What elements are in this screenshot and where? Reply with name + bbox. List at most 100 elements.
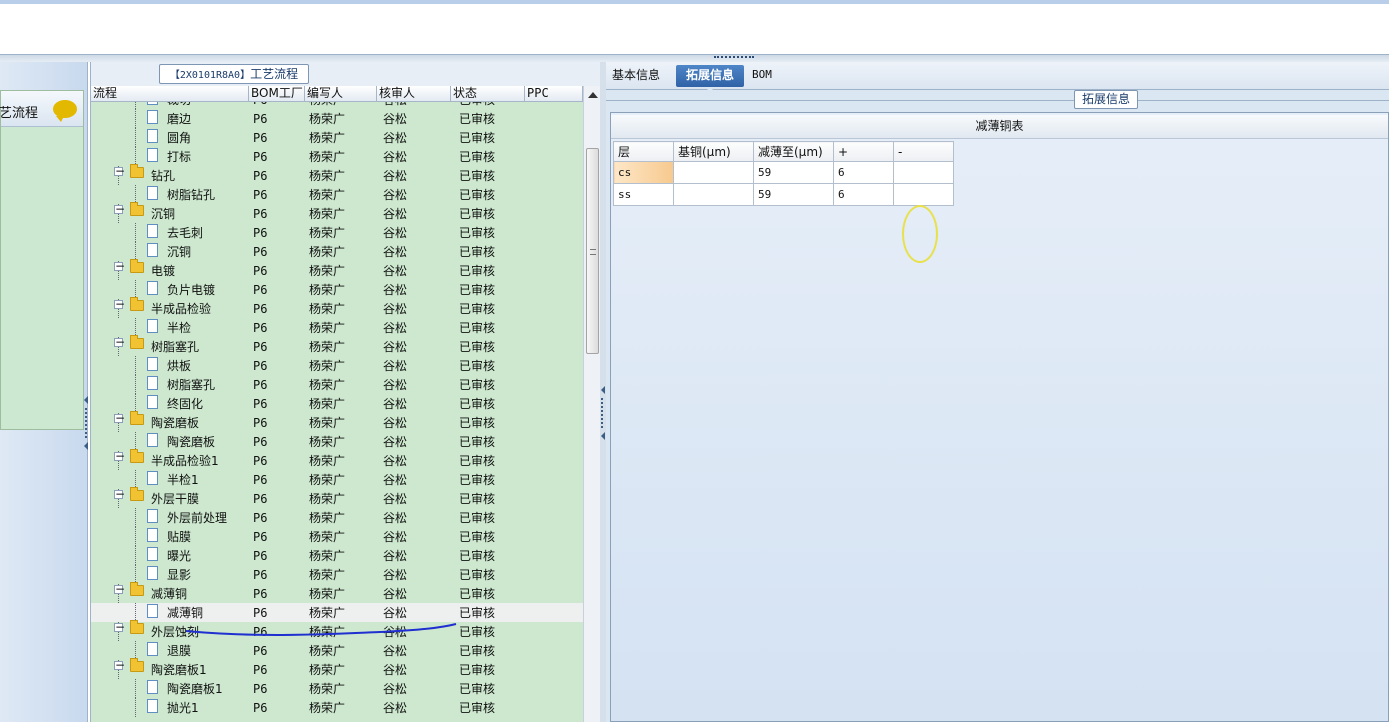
collapse-toggle-icon[interactable]: −	[114, 583, 125, 595]
collapse-toggle-icon[interactable]: −	[114, 336, 125, 348]
col-header-writer[interactable]: 编写人	[305, 86, 377, 102]
table-row[interactable]: 半检1 P6 杨荣广 谷松 已审核	[91, 470, 583, 489]
left-splitter-handle[interactable]	[84, 392, 88, 522]
col-header-layer[interactable]: 层	[613, 141, 674, 162]
document-icon	[147, 547, 158, 561]
collapse-toggle-icon[interactable]: −	[114, 260, 125, 272]
checker-name: 谷松	[383, 663, 408, 677]
table-row[interactable]: 终固化 P6 杨荣广 谷松 已审核	[91, 394, 583, 413]
table-row[interactable]: 树脂塞孔 P6 杨荣广 谷松 已审核	[91, 375, 583, 394]
table-row[interactable]: − 外层干膜 P6 杨荣广 谷松 已审核	[91, 487, 583, 508]
tree-line	[135, 698, 136, 717]
table-row[interactable]: − 陶瓷磨板 P6 杨荣广 谷松 已审核	[91, 411, 583, 432]
status-text: 已审核	[459, 663, 496, 677]
table-row[interactable]: 沉铜 P6 杨荣广 谷松 已审核	[91, 242, 583, 261]
collapse-toggle-icon[interactable]: −	[114, 659, 125, 671]
collapse-toggle-icon[interactable]: −	[114, 450, 125, 462]
table-row[interactable]: − 半成品检验1 P6 杨荣广 谷松 已审核	[91, 449, 583, 470]
col-header-status[interactable]: 状态	[451, 86, 525, 102]
checker-name: 谷松	[383, 416, 408, 430]
collapse-toggle-icon[interactable]: −	[114, 203, 125, 215]
col-header-checker[interactable]: 核审人	[377, 86, 451, 102]
table-row[interactable]: 陶瓷磨板1 P6 杨荣广 谷松 已审核	[91, 679, 583, 698]
cell-minus[interactable]	[893, 183, 954, 206]
table-row[interactable]: − 减薄铜 P6 杨荣广 谷松 已审核	[91, 582, 583, 603]
table-row[interactable]: 负片电镀 P6 杨荣广 谷松 已审核	[91, 280, 583, 299]
scroll-thumb[interactable]	[586, 148, 599, 354]
tab-bom[interactable]: BOM	[746, 65, 778, 87]
col-header-base-copper[interactable]: 基铜(μm)	[673, 141, 754, 162]
cell-layer[interactable]: ss	[613, 183, 674, 206]
col-header-ppc[interactable]: PPC	[525, 86, 583, 102]
checker-name: 谷松	[383, 188, 408, 202]
writer-name: 杨荣广	[309, 188, 346, 202]
col-header-flow[interactable]: 流程	[91, 86, 249, 102]
status-text: 已审核	[459, 473, 496, 487]
table-row[interactable]: 打标 P6 杨荣广 谷松 已审核	[91, 147, 583, 166]
table-row[interactable]: 显影 P6 杨荣广 谷松 已审核	[91, 565, 583, 584]
bom-value: P6	[253, 454, 268, 468]
nav-item-process[interactable]: 艺流程	[0, 91, 83, 127]
bom-value: P6	[253, 321, 268, 335]
table-row[interactable]: − 钻孔 P6 杨荣广 谷松 已审核	[91, 164, 583, 185]
cell-reduce-to[interactable]: 59	[753, 161, 834, 184]
annotation-circle	[902, 205, 938, 263]
tab-extended-info[interactable]: 拓展信息	[676, 65, 744, 92]
collapse-toggle-icon[interactable]: −	[114, 488, 125, 500]
writer-name: 杨荣广	[309, 340, 346, 354]
bom-value: P6	[253, 283, 268, 297]
cell-plus[interactable]: 6	[833, 183, 894, 206]
table-row[interactable]: 外层前处理 P6 杨荣广 谷松 已审核	[91, 508, 583, 527]
collapse-toggle-icon[interactable]: −	[114, 412, 125, 424]
collapse-toggle-icon[interactable]: −	[114, 621, 125, 633]
writer-name: 杨荣广	[309, 283, 346, 297]
table-row[interactable]: 半检 P6 杨荣广 谷松 已审核	[91, 318, 583, 337]
col-header-minus[interactable]: -	[893, 141, 954, 162]
vertical-scrollbar[interactable]	[583, 86, 601, 722]
col-header-bom[interactable]: BOM工厂	[249, 86, 305, 102]
table-row[interactable]: − 沉铜 P6 杨荣广 谷松 已审核	[91, 202, 583, 223]
table-row[interactable]: − 外层蚀刻 P6 杨荣广 谷松 已审核	[91, 620, 583, 641]
table-row[interactable]: 减薄铜 P6 杨荣广 谷松 已审核	[91, 603, 583, 622]
col-header-plus[interactable]: +	[833, 141, 894, 162]
tree-line	[135, 109, 136, 128]
document-icon	[147, 699, 158, 713]
folder-icon	[130, 620, 144, 634]
table-row[interactable]: 曝光 P6 杨荣广 谷松 已审核	[91, 546, 583, 565]
checker-name: 谷松	[383, 492, 408, 506]
table-row[interactable]: − 陶瓷磨板1 P6 杨荣广 谷松 已审核	[91, 658, 583, 679]
cell-plus[interactable]: 6	[833, 161, 894, 184]
col-header-reduce-to[interactable]: 减薄至(μm)	[753, 141, 834, 162]
table-row[interactable]: 树脂钻孔 P6 杨荣广 谷松 已审核	[91, 185, 583, 204]
collapse-toggle-icon[interactable]: −	[114, 165, 125, 177]
cell-layer[interactable]: cs	[613, 161, 674, 184]
process-name: 树脂塞孔	[167, 378, 216, 392]
table-row[interactable]: 退膜 P6 杨荣广 谷松 已审核	[91, 641, 583, 660]
writer-name: 杨荣广	[309, 587, 346, 601]
table-row[interactable]: 去毛刺 P6 杨荣广 谷松 已审核	[91, 223, 583, 242]
cell-base-copper[interactable]	[673, 183, 754, 206]
table-row[interactable]: − 树脂塞孔 P6 杨荣广 谷松 已审核	[91, 335, 583, 356]
folder-icon	[130, 449, 144, 463]
table-row[interactable]: 磨边 P6 杨荣广 谷松 已审核	[91, 109, 583, 128]
tab-basic-info[interactable]: 基本信息	[606, 65, 666, 87]
process-name: 减薄铜	[167, 606, 204, 620]
cell-minus[interactable]	[893, 161, 954, 184]
scroll-up-icon[interactable]	[588, 92, 598, 98]
left-nav-panel: 艺流程	[0, 62, 88, 722]
nav-section: 艺流程	[0, 90, 84, 430]
cell-base-copper[interactable]	[673, 161, 754, 184]
table-row[interactable]: 圆角 P6 杨荣广 谷松 已审核	[91, 128, 583, 147]
table-row[interactable]: ss 59 6	[613, 183, 954, 206]
table-row[interactable]: 陶瓷磨板 P6 杨荣广 谷松 已审核	[91, 432, 583, 451]
table-row[interactable]: 抛光1 P6 杨荣广 谷松 已审核	[91, 698, 583, 717]
thin-copper-table: 层 基铜(μm) 减薄至(μm) + - cs 59 6 ss 59 6	[613, 141, 954, 206]
cell-reduce-to[interactable]: 59	[753, 183, 834, 206]
table-row[interactable]: 烘板 P6 杨荣广 谷松 已审核	[91, 356, 583, 375]
collapse-toggle-icon[interactable]: −	[114, 298, 125, 310]
table-row[interactable]: 贴膜 P6 杨荣广 谷松 已审核	[91, 527, 583, 546]
table-row[interactable]: cs 59 6	[613, 161, 954, 184]
table-row[interactable]: − 电镀 P6 杨荣广 谷松 已审核	[91, 259, 583, 280]
checker-name: 谷松	[383, 302, 408, 316]
table-row[interactable]: − 半成品检验 P6 杨荣广 谷松 已审核	[91, 297, 583, 318]
